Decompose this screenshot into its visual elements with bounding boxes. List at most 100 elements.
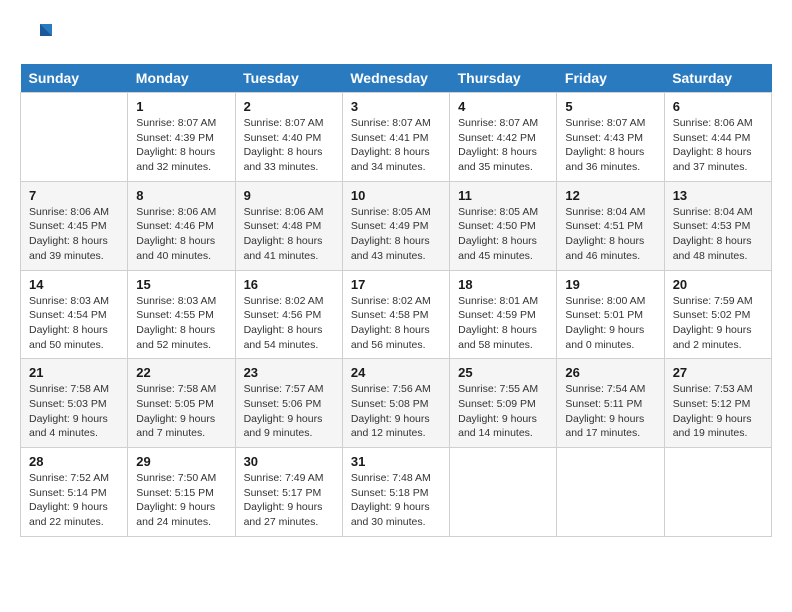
calendar-day-cell: 7 Sunrise: 8:06 AMSunset: 4:45 PMDaylight… <box>21 181 128 270</box>
day-number: 26 <box>565 365 655 380</box>
calendar-day-cell: 19Sunrise: 8:00 AMSunset: 5:01 PMDayligh… <box>557 270 664 359</box>
day-info: Sunrise: 7:58 AMSunset: 5:05 PMDaylight:… <box>136 382 226 441</box>
day-number: 12 <box>565 188 655 203</box>
calendar-day-cell: 15 Sunrise: 8:03 AMSunset: 4:55 PMDayligh… <box>128 270 235 359</box>
calendar-day-cell: 1 Sunrise: 8:07 AMSunset: 4:39 PMDaylight… <box>128 93 235 182</box>
day-number: 23 <box>244 365 334 380</box>
calendar-day-cell: 2 Sunrise: 8:07 AMSunset: 4:40 PMDaylight… <box>235 93 342 182</box>
day-number: 11 <box>458 188 548 203</box>
day-info: Sunrise: 7:56 AMSunset: 5:08 PMDaylight:… <box>351 382 441 441</box>
day-of-week-header: Thursday <box>450 64 557 93</box>
day-info: Sunrise: 8:07 AMSunset: 4:41 PMDaylight:… <box>351 116 441 175</box>
calendar-day-cell: 6Sunrise: 8:06 AMSunset: 4:44 PMDaylight… <box>664 93 771 182</box>
day-of-week-header: Sunday <box>21 64 128 93</box>
day-number: 4 <box>458 99 548 114</box>
day-number: 15 <box>136 277 226 292</box>
day-number: 1 <box>136 99 226 114</box>
day-number: 30 <box>244 454 334 469</box>
day-number: 16 <box>244 277 334 292</box>
day-of-week-header: Tuesday <box>235 64 342 93</box>
calendar-day-cell: 10 Sunrise: 8:05 AMSunset: 4:49 PMDayligh… <box>342 181 449 270</box>
day-info: Sunrise: 7:58 AMSunset: 5:03 PMDaylight:… <box>29 382 119 441</box>
day-number: 7 <box>29 188 119 203</box>
day-number: 31 <box>351 454 441 469</box>
calendar-day-cell: 13 Sunrise: 8:04 AMSunset: 4:53 PMDayligh… <box>664 181 771 270</box>
day-number: 20 <box>673 277 763 292</box>
day-info: Sunrise: 7:57 AMSunset: 5:06 PMDaylight:… <box>244 382 334 441</box>
day-number: 10 <box>351 188 441 203</box>
day-number: 3 <box>351 99 441 114</box>
day-info: Sunrise: 7:59 AMSunset: 5:02 PMDaylight:… <box>673 294 763 353</box>
calendar-week-row: 21Sunrise: 7:58 AMSunset: 5:03 PMDayligh… <box>21 359 772 448</box>
day-number: 2 <box>244 99 334 114</box>
day-info: Sunrise: 8:07 AMSunset: 4:43 PMDaylight:… <box>565 116 655 175</box>
calendar-week-row: 28Sunrise: 7:52 AMSunset: 5:14 PMDayligh… <box>21 448 772 537</box>
day-info: Sunrise: 8:04 AMSunset: 4:51 PMDaylight:… <box>565 205 655 264</box>
calendar-day-cell: 14Sunrise: 8:03 AMSunset: 4:54 PMDayligh… <box>21 270 128 359</box>
day-number: 17 <box>351 277 441 292</box>
day-info: Sunrise: 7:54 AMSunset: 5:11 PMDaylight:… <box>565 382 655 441</box>
day-info: Sunrise: 8:06 AMSunset: 4:45 PMDaylight:… <box>29 205 119 264</box>
calendar-day-cell: 5 Sunrise: 8:07 AMSunset: 4:43 PMDaylight… <box>557 93 664 182</box>
calendar-week-row: 7 Sunrise: 8:06 AMSunset: 4:45 PMDaylight… <box>21 181 772 270</box>
calendar-day-cell <box>21 93 128 182</box>
day-info: Sunrise: 8:07 AMSunset: 4:42 PMDaylight:… <box>458 116 548 175</box>
day-info: Sunrise: 8:06 AMSunset: 4:48 PMDaylight:… <box>244 205 334 264</box>
calendar-day-cell: 28Sunrise: 7:52 AMSunset: 5:14 PMDayligh… <box>21 448 128 537</box>
day-info: Sunrise: 8:05 AMSunset: 4:49 PMDaylight:… <box>351 205 441 264</box>
calendar-day-cell: 12 Sunrise: 8:04 AMSunset: 4:51 PMDayligh… <box>557 181 664 270</box>
calendar-day-cell: 23 Sunrise: 7:57 AMSunset: 5:06 PMDayligh… <box>235 359 342 448</box>
day-number: 14 <box>29 277 119 292</box>
calendar-day-cell <box>450 448 557 537</box>
day-info: Sunrise: 7:53 AMSunset: 5:12 PMDaylight:… <box>673 382 763 441</box>
day-info: Sunrise: 8:01 AMSunset: 4:59 PMDaylight:… <box>458 294 548 353</box>
logo-icon <box>20 20 52 48</box>
day-info: Sunrise: 8:02 AMSunset: 4:56 PMDaylight:… <box>244 294 334 353</box>
calendar-day-cell: 11 Sunrise: 8:05 AMSunset: 4:50 PMDayligh… <box>450 181 557 270</box>
day-number: 29 <box>136 454 226 469</box>
calendar-day-cell: 8Sunrise: 8:06 AMSunset: 4:46 PMDaylight… <box>128 181 235 270</box>
calendar-week-row: 14Sunrise: 8:03 AMSunset: 4:54 PMDayligh… <box>21 270 772 359</box>
calendar-day-cell: 18Sunrise: 8:01 AMSunset: 4:59 PMDayligh… <box>450 270 557 359</box>
day-number: 5 <box>565 99 655 114</box>
logo <box>20 20 56 48</box>
day-info: Sunrise: 7:49 AMSunset: 5:17 PMDaylight:… <box>244 471 334 530</box>
calendar-table: SundayMondayTuesdayWednesdayThursdayFrid… <box>20 64 772 537</box>
day-number: 9 <box>244 188 334 203</box>
calendar-day-cell: 9 Sunrise: 8:06 AMSunset: 4:48 PMDaylight… <box>235 181 342 270</box>
day-info: Sunrise: 7:50 AMSunset: 5:15 PMDaylight:… <box>136 471 226 530</box>
calendar-day-cell: 31 Sunrise: 7:48 AMSunset: 5:18 PMDayligh… <box>342 448 449 537</box>
day-info: Sunrise: 8:04 AMSunset: 4:53 PMDaylight:… <box>673 205 763 264</box>
day-number: 22 <box>136 365 226 380</box>
calendar-day-cell: 26 Sunrise: 7:54 AMSunset: 5:11 PMDayligh… <box>557 359 664 448</box>
calendar-day-cell: 21Sunrise: 7:58 AMSunset: 5:03 PMDayligh… <box>21 359 128 448</box>
day-info: Sunrise: 8:00 AMSunset: 5:01 PMDaylight:… <box>565 294 655 353</box>
day-info: Sunrise: 8:02 AMSunset: 4:58 PMDaylight:… <box>351 294 441 353</box>
day-info: Sunrise: 8:05 AMSunset: 4:50 PMDaylight:… <box>458 205 548 264</box>
day-of-week-header: Monday <box>128 64 235 93</box>
day-number: 28 <box>29 454 119 469</box>
calendar-day-cell: 3 Sunrise: 8:07 AMSunset: 4:41 PMDaylight… <box>342 93 449 182</box>
day-number: 8 <box>136 188 226 203</box>
calendar-day-cell: 4 Sunrise: 8:07 AMSunset: 4:42 PMDaylight… <box>450 93 557 182</box>
calendar-day-cell: 25Sunrise: 7:55 AMSunset: 5:09 PMDayligh… <box>450 359 557 448</box>
day-number: 27 <box>673 365 763 380</box>
day-of-week-header: Friday <box>557 64 664 93</box>
day-number: 13 <box>673 188 763 203</box>
calendar-day-cell: 30 Sunrise: 7:49 AMSunset: 5:17 PMDayligh… <box>235 448 342 537</box>
day-info: Sunrise: 8:03 AMSunset: 4:55 PMDaylight:… <box>136 294 226 353</box>
calendar-day-cell: 24 Sunrise: 7:56 AMSunset: 5:08 PMDayligh… <box>342 359 449 448</box>
calendar-day-cell: 22 Sunrise: 7:58 AMSunset: 5:05 PMDayligh… <box>128 359 235 448</box>
day-number: 6 <box>673 99 763 114</box>
calendar-day-cell: 20 Sunrise: 7:59 AMSunset: 5:02 PMDayligh… <box>664 270 771 359</box>
calendar-day-cell: 16 Sunrise: 8:02 AMSunset: 4:56 PMDayligh… <box>235 270 342 359</box>
day-of-week-header: Wednesday <box>342 64 449 93</box>
calendar-day-cell <box>557 448 664 537</box>
day-number: 24 <box>351 365 441 380</box>
day-info: Sunrise: 8:07 AMSunset: 4:40 PMDaylight:… <box>244 116 334 175</box>
day-info: Sunrise: 7:48 AMSunset: 5:18 PMDaylight:… <box>351 471 441 530</box>
day-number: 25 <box>458 365 548 380</box>
day-info: Sunrise: 8:07 AMSunset: 4:39 PMDaylight:… <box>136 116 226 175</box>
calendar-day-cell: 27 Sunrise: 7:53 AMSunset: 5:12 PMDayligh… <box>664 359 771 448</box>
calendar-day-cell <box>664 448 771 537</box>
